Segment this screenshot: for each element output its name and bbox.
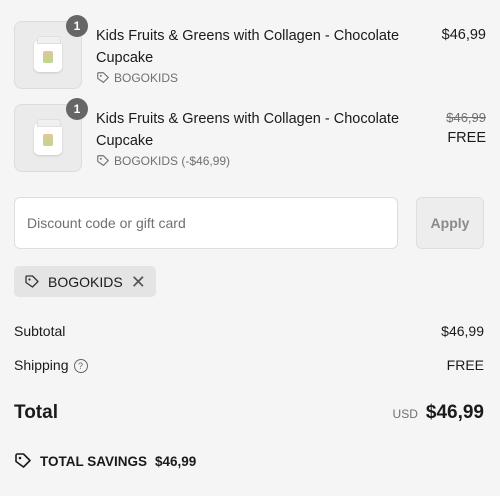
applied-discount-line: BOGOKIDS (-$46,99) (96, 154, 230, 168)
applied-discount-line: BOGOKIDS (96, 71, 178, 85)
subtotal-label: Subtotal (14, 323, 66, 339)
product-title: Kids Fruits & Greens with Collagen - Cho… (96, 111, 400, 149)
savings-value: $46,99 (155, 453, 197, 469)
quantity-badge: 1 (66, 98, 88, 120)
shipping-value: FREE (446, 357, 484, 373)
item-price: $46,99 (441, 27, 486, 43)
total-amount: $46,99 (425, 402, 484, 423)
shipping-label: Shipping (14, 357, 69, 373)
final-price: FREE (447, 130, 486, 146)
item-price-block: $46,99 FREE (446, 108, 486, 148)
discount-code: BOGOKIDS (-$46,99) (114, 154, 231, 168)
shipping-row: Shipping? FREE (14, 357, 484, 373)
savings-label: TOTAL SAVINGS (40, 453, 148, 469)
tag-icon (97, 72, 109, 83)
applied-code-label: BOGOKIDS (48, 273, 123, 290)
line-item: 1 Kids Fruits & Greens with Collagen - C… (14, 98, 486, 174)
quantity-badge: 1 (66, 15, 88, 37)
currency-code: USD (392, 407, 418, 421)
total-label: Total (14, 402, 58, 423)
discount-code-input[interactable] (14, 197, 398, 249)
line-item: 1 Kids Fruits & Greens with Collagen - C… (14, 15, 486, 91)
subtotal-row: Subtotal $46,99 (14, 323, 484, 339)
product-jar-illustration (34, 119, 62, 155)
tag-icon (97, 155, 109, 166)
total-row: Total USD $46,99 (14, 402, 484, 424)
total-savings: TOTAL SAVINGS $46,99 (14, 452, 196, 470)
question-circle-icon[interactable]: ? (73, 359, 88, 373)
price-tag-icon (15, 453, 31, 468)
close-icon[interactable]: ✕ (131, 273, 146, 291)
apply-button[interactable]: Apply (416, 197, 484, 249)
tag-icon (25, 274, 39, 288)
applied-code-chip: BOGOKIDS ✕ (14, 266, 156, 297)
product-title: Kids Fruits & Greens with Collagen - Cho… (96, 28, 400, 66)
original-price: $46,99 (446, 110, 486, 125)
product-jar-illustration (34, 36, 62, 72)
subtotal-value: $46,99 (441, 323, 484, 339)
discount-code: BOGOKIDS (114, 71, 179, 85)
